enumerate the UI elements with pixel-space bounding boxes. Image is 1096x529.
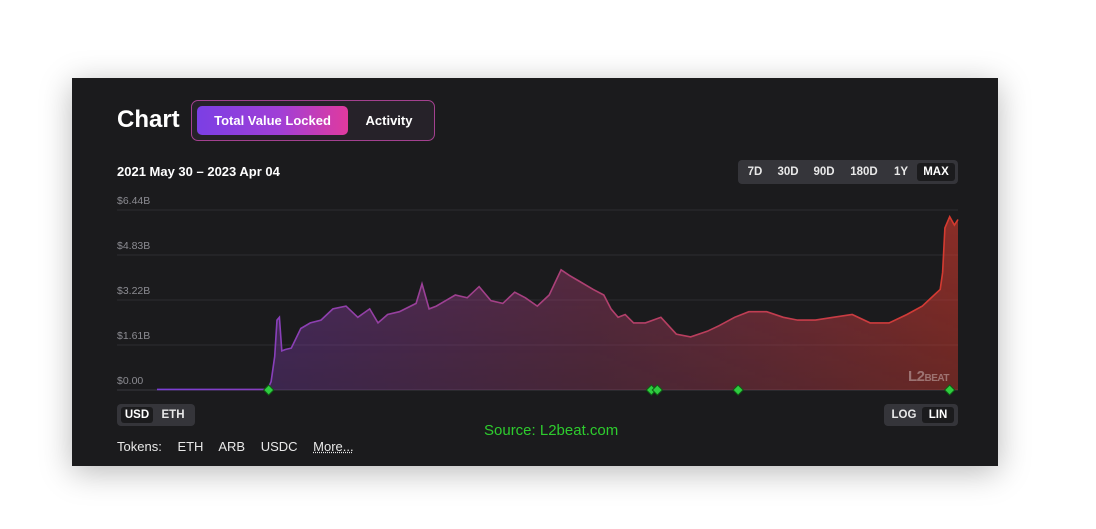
token-usdc[interactable]: USDC xyxy=(261,439,298,454)
token-arb[interactable]: ARB xyxy=(218,439,245,454)
currency-toggle: USD ETH xyxy=(117,404,195,426)
l2beat-watermark: L2BEAT xyxy=(908,368,950,385)
currency-eth-button[interactable]: ETH xyxy=(157,407,189,423)
source-caption: Source: L2beat.com xyxy=(484,422,619,439)
chart-card: Chart Total Value Locked Activity 2021 M… xyxy=(72,78,998,466)
tvl-area-fill xyxy=(157,216,958,390)
token-eth[interactable]: ETH xyxy=(177,439,203,454)
tokens-row: Tokens: ETH ARB USDC More... xyxy=(117,439,366,454)
scale-lin-button[interactable]: LIN xyxy=(922,407,954,423)
tokens-more-link[interactable]: More... xyxy=(313,439,353,454)
scale-log-button[interactable]: LOG xyxy=(888,407,920,423)
currency-usd-button[interactable]: USD xyxy=(121,407,153,423)
tokens-label: Tokens: xyxy=(117,439,162,454)
tvl-area-chart xyxy=(117,209,959,396)
scale-toggle: LOG LIN xyxy=(884,404,958,426)
